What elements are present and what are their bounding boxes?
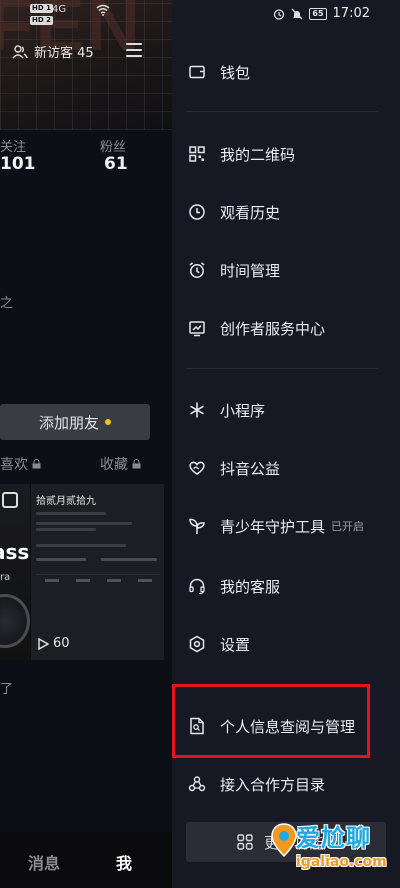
video-thumbnail[interactable]: ass ra [0, 484, 30, 660]
lock-icon [132, 459, 141, 469]
cut-text: 了 [0, 682, 14, 697]
hexagon-gear-icon [188, 635, 206, 653]
asterisk-icon [188, 401, 206, 419]
visitors-label: 新访客 45 [34, 46, 94, 61]
menu-item-label: 钱包 [220, 63, 251, 82]
sim1-indicator: HD 1 [30, 4, 53, 13]
video-thumbnail[interactable]: 拾贰月贰拾九 60 [30, 484, 164, 660]
menu-item-history[interactable]: 观看历史 [188, 200, 280, 224]
network-indicator: 4G [52, 4, 67, 15]
divider [186, 111, 378, 112]
partner-icon [188, 775, 206, 793]
add-friend-label: 添加朋友 [38, 413, 99, 432]
tab-likes-label: 喜欢 [0, 457, 28, 473]
heart-hand-icon [188, 459, 206, 477]
new-visitors-button[interactable]: 新访客 45 [12, 42, 94, 61]
chart-icon [188, 319, 206, 337]
menu-item-label: 创作者服务中心 [220, 319, 326, 338]
alarm-icon [188, 261, 206, 279]
grid-icon [236, 833, 254, 851]
notification-dot [105, 419, 111, 425]
side-menu-drawer: 65 17:02 钱包 我的二维码 观看历史 时间管理 创作者服务中心 小程序 … [172, 0, 400, 888]
nav-me[interactable]: 我 [116, 850, 132, 874]
status-badge: 已开启 [331, 520, 365, 533]
fans-count[interactable]: 61 [104, 154, 128, 174]
nav-messages[interactable]: 消息 [28, 850, 60, 874]
watermark-url: igaliao.com [296, 854, 387, 870]
document-icon [188, 717, 206, 735]
menu-item-wallet[interactable]: 钱包 [188, 60, 250, 84]
menu-item-customer-service[interactable]: 我的客服 [188, 574, 280, 598]
clock-icon [188, 203, 206, 221]
profile-bio-fragment: 之 [0, 296, 14, 311]
status-bar: 65 17:02 [273, 6, 370, 21]
wifi-icon [96, 4, 110, 19]
battery-indicator: 65 [309, 7, 327, 20]
tab-favorites[interactable]: 收藏 [100, 454, 141, 474]
menu-item-label: 我的客服 [220, 577, 281, 596]
menu-item-creator-center[interactable]: 创作者服务中心 [188, 316, 325, 340]
following-count[interactable]: 101 [0, 154, 36, 174]
visitors-icon [12, 44, 28, 58]
lock-icon [32, 459, 41, 469]
menu-item-qrcode[interactable]: 我的二维码 [188, 142, 295, 166]
menu-item-label: 青少年守护工具 [220, 517, 326, 536]
qrcode-icon [188, 145, 206, 163]
watermark-logo-icon [271, 823, 297, 858]
menu-item-label: 时间管理 [220, 261, 281, 280]
menu-item-mini-program[interactable]: 小程序 [188, 398, 265, 422]
mute-icon [291, 8, 303, 19]
play-count: 60 [37, 636, 70, 651]
wallet-icon [188, 63, 206, 81]
thumbnail-text: ass [0, 540, 30, 564]
sprout-icon [188, 517, 206, 535]
menu-item-charity[interactable]: 抖音公益 [188, 456, 280, 480]
menu-item-label: 抖音公益 [220, 459, 281, 478]
watermark: 爱尬聊 igaliao.com [270, 816, 394, 882]
headset-icon [188, 577, 206, 595]
menu-item-label: 小程序 [220, 401, 266, 420]
menu-item-label: 观看历史 [220, 203, 281, 222]
alarm-status-icon [274, 8, 285, 20]
menu-item-personal-info[interactable]: 个人信息查阅与管理 [188, 714, 355, 738]
menu-item-label: 个人信息查阅与管理 [220, 717, 356, 736]
following-label: 关注 [0, 140, 27, 155]
menu-item-label: 设置 [220, 635, 251, 654]
image-post-icon [2, 492, 18, 508]
thumbnail-subtext: ra [0, 572, 11, 583]
play-icon [38, 637, 49, 650]
sim2-indicator: HD 2 [30, 16, 53, 25]
tab-favorites-label: 收藏 [100, 457, 128, 473]
profile-page-background: FEN HD 1 HD 2 4G 新访客 45 关注 101 粉丝 61 之 添… [0, 0, 172, 888]
add-friend-button[interactable]: 添加朋友 [0, 404, 150, 440]
profile-banner: FEN HD 1 HD 2 4G 新访客 45 [0, 0, 172, 130]
clock-time: 17:02 [332, 6, 370, 21]
menu-item-youth-protection[interactable]: 青少年守护工具 已开启 [188, 514, 364, 538]
hamburger-menu-icon[interactable] [126, 43, 142, 57]
thumbnail-title: 拾贰月贰拾九 [36, 496, 96, 507]
tab-likes[interactable]: 喜欢 [0, 454, 41, 474]
bottom-navigation: 消息 我 [0, 832, 172, 888]
divider [186, 368, 378, 369]
play-count-value: 60 [53, 636, 70, 651]
menu-item-label: 接入合作方目录 [220, 775, 326, 794]
fans-label: 粉丝 [100, 140, 127, 155]
watermark-brand: 爱尬聊 [296, 824, 371, 852]
menu-item-time-management[interactable]: 时间管理 [188, 258, 280, 282]
menu-item-partners[interactable]: 接入合作方目录 [188, 772, 325, 796]
menu-item-label: 我的二维码 [220, 145, 296, 164]
menu-item-settings[interactable]: 设置 [188, 632, 250, 656]
